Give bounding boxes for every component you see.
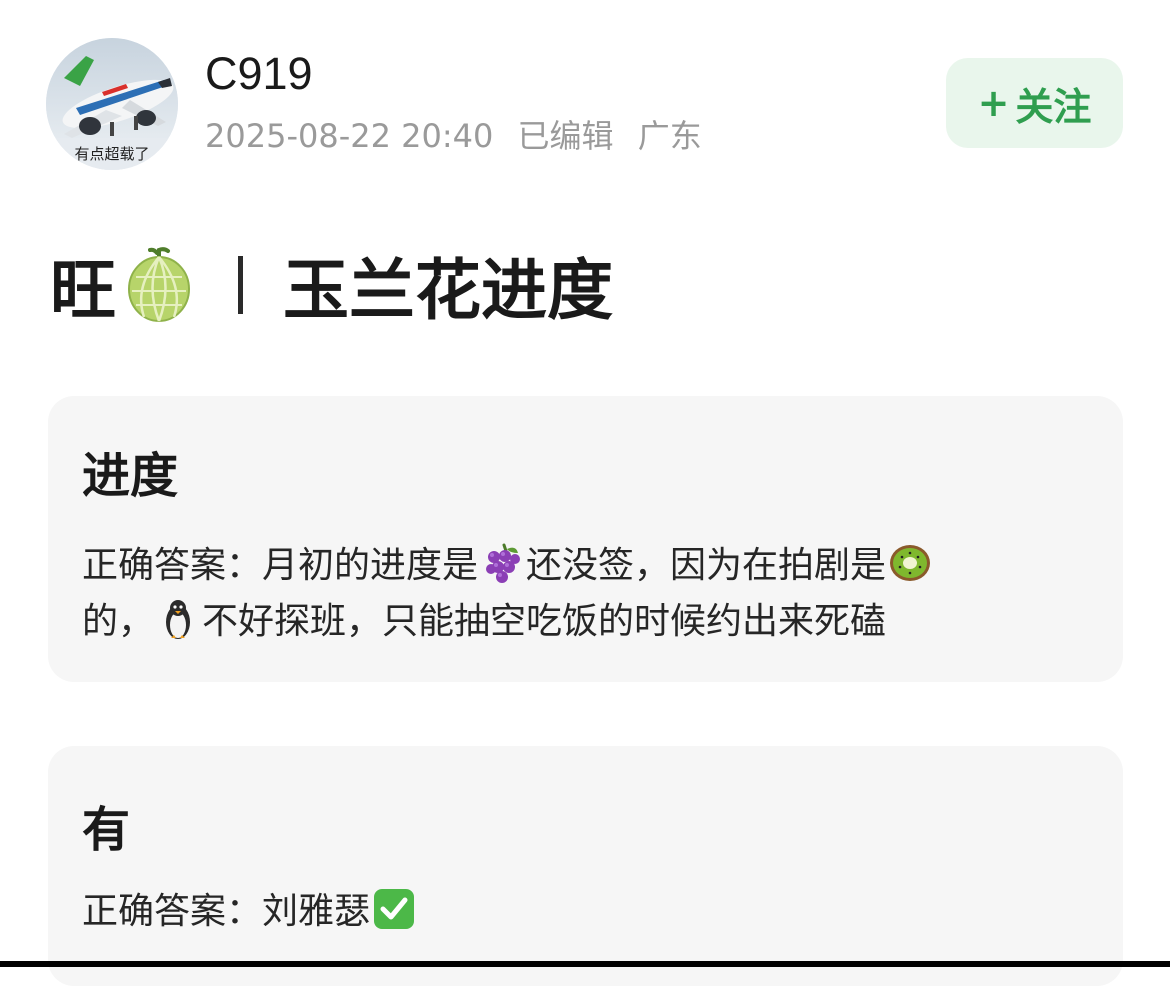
card-heading: 有 [82,802,131,858]
melon-icon [124,247,194,323]
bottom-edge-bar [0,961,1170,967]
post-meta: 2025-08-22 20:40 已编辑 广东 [205,114,716,158]
card-heading: 进度 [82,448,179,504]
follow-button[interactable]: + 关注 [946,58,1123,148]
title-prefix: 旺 [50,252,116,329]
card-body: 正确答案：月初的进度是 还没签，因为在拍剧是 的， 不好探班，只能抽空吃饭的时候… [82,538,1089,650]
author-name[interactable]: C919 [205,46,313,102]
follow-button-label: 关注 [1015,84,1092,129]
answer-card: 有 正确答案：刘雅瑟 [48,746,1123,986]
avatar[interactable]: 有点超载了 [46,38,178,170]
card-text: 还没签，因为在拍剧是 [526,545,887,586]
edited-label: 已编辑 [517,117,614,155]
title-divider [238,256,243,314]
card-text: 正确答案：刘雅瑟 [82,891,371,932]
plus-icon: + [977,81,1010,125]
card-text: 的， [82,601,155,642]
post-date: 2025-08-22 20:40 [205,117,494,155]
location-label: 广东 [637,117,702,155]
avatar-caption: 有点超载了 [74,145,149,163]
penguin-icon [156,597,200,641]
card-body: 正确答案：刘雅瑟 [82,884,1089,940]
answer-card: 进度 正确答案：月初的进度是 还没签，因为在拍剧是 的， 不好探班，只能抽空吃饭… [48,396,1123,682]
card-text: 不好探班，只能抽空吃饭的时候约出来死磕 [202,601,887,642]
post-title: 旺 玉兰花进度 [50,240,613,330]
title-text: 玉兰花进度 [283,252,613,329]
check-mark-icon [372,887,416,931]
kiwi-icon [888,541,932,585]
card-text: 正确答案：月初的进度是 [82,545,479,586]
post-header: 有点超载了 C919 2025-08-22 20:40 已编辑 广东 + 关注 [0,0,1170,200]
grapes-icon [480,541,524,585]
airplane-avatar-image: 有点超载了 [46,38,178,170]
